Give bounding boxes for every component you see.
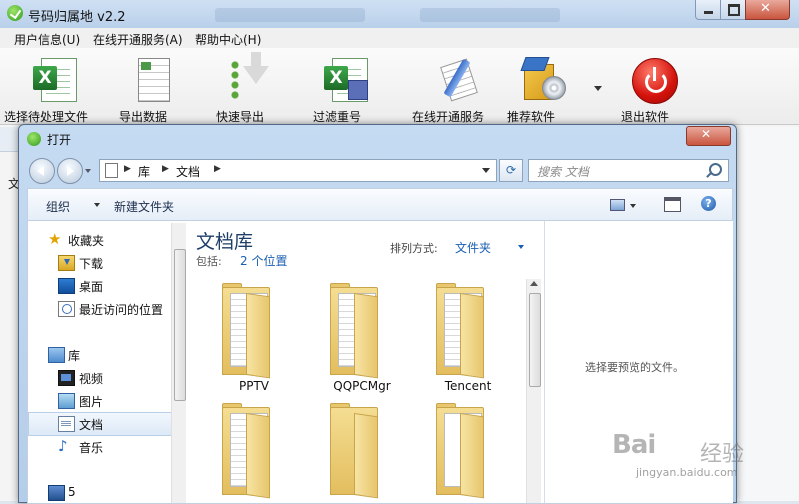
quick-export-button[interactable]: 快速导出 <box>205 52 293 124</box>
folder-item[interactable]: QQPCMgr <box>318 283 406 399</box>
excel-icon: X <box>33 56 77 104</box>
nav-scrollbar-thumb[interactable] <box>174 249 186 401</box>
blurred-taskbar-tab <box>420 8 560 22</box>
organize-dropdown-icon[interactable] <box>94 203 100 207</box>
nav-libraries[interactable]: 库 <box>28 344 171 366</box>
library-includes-label: 包括: <box>196 255 222 268</box>
watermark-url: jingyan.baidu.com <box>636 466 738 479</box>
nav-pictures[interactable]: 图片 <box>28 390 171 412</box>
nav-music[interactable]: ♪ 音乐 <box>28 436 171 458</box>
search-placeholder: 搜索 文档 <box>537 165 589 179</box>
blurred-taskbar-tab <box>215 8 365 22</box>
pictures-icon <box>58 393 75 409</box>
nav-videos[interactable]: 视频 <box>28 367 171 389</box>
new-folder-button[interactable]: 新建文件夹 <box>114 198 174 215</box>
change-view-icon[interactable] <box>610 199 625 211</box>
nav-scrollbar[interactable] <box>171 223 186 503</box>
menu-user-info[interactable]: 用户信息(U) <box>14 31 80 48</box>
recent-locations-dropdown-icon[interactable] <box>85 169 91 173</box>
video-icon <box>58 370 75 386</box>
folder-item[interactable] <box>318 403 406 503</box>
recommend-dropdown-arrow-icon[interactable] <box>594 86 602 91</box>
refresh-button[interactable]: ⟳ <box>499 159 523 182</box>
dialog-close-button[interactable] <box>686 126 731 146</box>
download-arrow-icon <box>227 52 271 104</box>
nav-favorites[interactable]: ★ 收藏夹 <box>28 229 171 251</box>
recent-places-icon <box>58 301 75 317</box>
folder-item[interactable]: PPTV <box>210 283 298 399</box>
menu-help-center[interactable]: 帮助中心(H) <box>195 31 261 48</box>
folder-item[interactable] <box>424 403 512 503</box>
recommend-software-button[interactable]: 推荐软件 <box>496 52 584 124</box>
view-dropdown-icon[interactable] <box>630 204 636 208</box>
app-title: 号码归属地 v2.2 <box>28 10 126 25</box>
dialog-title: 打开 <box>47 133 72 147</box>
refresh-icon: ⟳ <box>505 163 517 177</box>
minimize-button[interactable] <box>695 0 722 20</box>
nav-desktop[interactable]: 桌面 <box>28 275 171 297</box>
app-titlebar: 号码归属地 v2.2 <box>0 0 799 29</box>
dialog-content: ★ 收藏夹 下载 桌面 最近访问的位置 库 视频 图片 文档 ♪ 音乐 5 文档… <box>27 220 733 504</box>
back-button[interactable] <box>29 158 55 184</box>
watermark-text: 经验 <box>700 442 745 467</box>
folder-item[interactable] <box>210 403 298 503</box>
preview-pane-toggle-icon[interactable] <box>664 197 681 212</box>
nav-recent-places[interactable]: 最近访问的位置 <box>28 298 171 320</box>
library-title: 文档库 <box>196 231 254 253</box>
watermark-logo: Bai <box>612 430 656 460</box>
file-list-scrollbar-thumb[interactable] <box>529 293 541 387</box>
search-icon[interactable] <box>709 163 722 176</box>
nav-documents[interactable]: 文档 <box>28 412 173 436</box>
address-bar[interactable]: ▶ 库 ▶ 文档 ▶ <box>99 159 497 182</box>
maximize-button[interactable] <box>720 0 747 20</box>
computer-icon <box>48 485 65 501</box>
menu-online-service[interactable]: 在线开通服务(A) <box>93 31 183 48</box>
breadcrumb-separator-icon: ▶ <box>162 164 169 174</box>
help-icon[interactable]: ? <box>701 196 716 211</box>
arrange-by-label: 排列方式: <box>390 242 438 255</box>
exit-software-button[interactable]: 退出软件 <box>610 52 698 124</box>
scroll-up-arrow-icon[interactable] <box>530 281 538 286</box>
export-data-button[interactable]: 导出数据 <box>108 52 196 124</box>
menubar: 用户信息(U) 在线开通服务(A) 帮助中心(H) <box>0 28 799 49</box>
power-icon <box>632 56 678 104</box>
libraries-icon <box>48 347 65 363</box>
excel-filter-icon: X <box>324 56 368 104</box>
downloads-folder-icon <box>58 255 75 271</box>
software-box-icon <box>518 56 566 104</box>
breadcrumb-libraries[interactable]: 库 <box>138 163 150 180</box>
forward-button[interactable] <box>57 158 83 184</box>
document-pen-icon <box>435 56 479 104</box>
organize-button[interactable]: 组织 <box>46 198 70 215</box>
filter-duplicates-button[interactable]: X 过滤重号 <box>302 52 390 124</box>
folder-item[interactable]: Tencent <box>424 283 512 399</box>
breadcrumb-documents[interactable]: 文档 <box>176 163 200 180</box>
spreadsheet-icon <box>130 56 174 104</box>
command-bar: 组织 新建文件夹 ? <box>27 188 733 221</box>
breadcrumb-separator-icon: ▶ <box>214 164 221 174</box>
select-file-button[interactable]: X 选择待处理文件 <box>4 52 99 124</box>
nav-downloads[interactable]: 下载 <box>28 252 171 274</box>
app-body-right-edge <box>735 127 799 501</box>
arrange-by-dropdown[interactable]: 文件夹 <box>455 239 491 256</box>
navigation-pane: ★ 收藏夹 下载 桌面 最近访问的位置 库 视频 图片 文档 ♪ 音乐 5 <box>28 221 186 503</box>
music-note-icon: ♪ <box>58 437 68 455</box>
file-list-scrollbar[interactable] <box>526 279 541 503</box>
library-locations-link[interactable]: 2 个位置 <box>240 252 287 269</box>
toolbar: X 选择待处理文件 导出数据 快速导出 X 过滤重号 在线开通服务 推荐软件 退… <box>0 48 799 125</box>
dialog-app-icon <box>27 132 41 146</box>
app-logo-icon <box>7 5 23 21</box>
breadcrumb-separator-icon: ▶ <box>124 164 131 174</box>
search-input[interactable]: 搜索 文档 <box>528 159 729 182</box>
documents-icon <box>58 416 75 432</box>
close-button[interactable] <box>745 0 790 20</box>
library-location-icon <box>105 163 118 178</box>
address-dropdown-icon[interactable] <box>482 168 490 173</box>
preview-message: 选择要预览的文件。 <box>585 361 684 374</box>
star-icon: ★ <box>48 230 62 248</box>
arrange-by-dropdown-icon[interactable] <box>518 245 524 249</box>
desktop-icon <box>58 278 75 294</box>
